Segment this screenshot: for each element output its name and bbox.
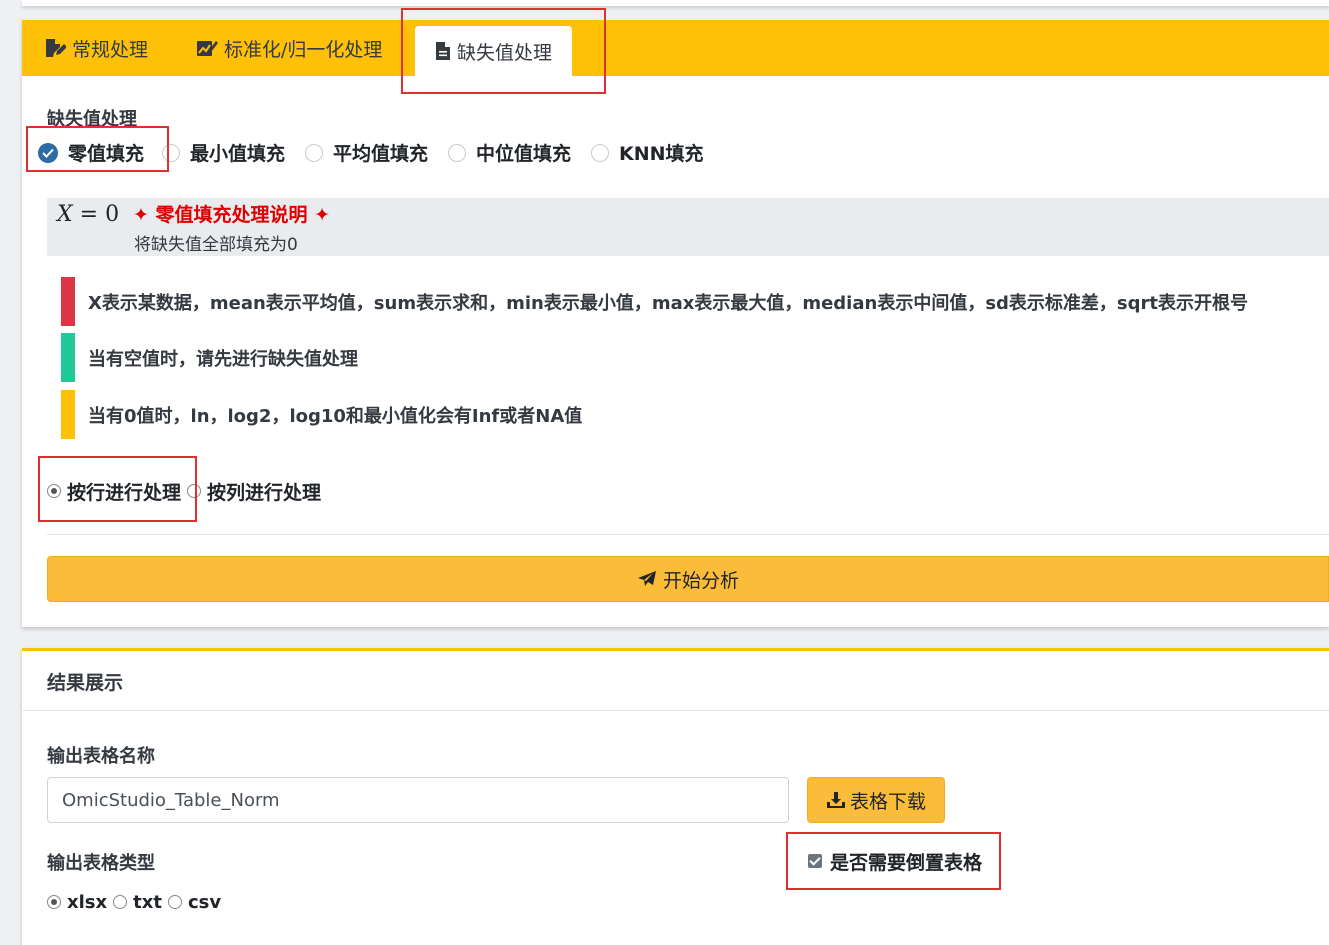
radio-icon [113,895,128,909]
note-color-bar [61,277,75,326]
output-type-label: 输出表格类型 [47,853,155,874]
document-icon [435,41,451,61]
formula-description: 将缺失值全部填充为0 [134,235,298,255]
tab-label: 常规处理 [72,38,149,61]
radio-icon [591,143,609,162]
option-label: 中位值填充 [476,143,572,165]
formula-expression: X = 0 [57,202,120,227]
tab-label: 标准化/归一化处理 [224,38,383,61]
option-min-fill[interactable]: 最小值填充 [162,139,285,166]
tab-label: 缺失值处理 [457,41,553,64]
radio-checked-icon [38,142,58,163]
radio-icon [187,484,202,498]
formula-panel: X = 0 ✦ 零值填充处理说明 ✦ 将缺失值全部填充为0 [47,198,1329,256]
transpose-label: 是否需要倒置表格 [830,851,983,874]
radio-icon [47,895,61,909]
tab-normal[interactable]: 常规处理 [44,20,148,76]
note-text: 当有空值时，请先进行缺失值处理 [88,348,358,370]
radio-icon [167,895,182,909]
fill-method-group: 零值填充 最小值填充 平均值填充 中位值填充 KNN填充 [22,136,822,172]
radio-icon [47,484,61,498]
missing-section-label: 缺失值处理 [47,109,137,130]
note-zero-values: 当有0值时，ln，log2，log10和最小值化会有Inf或者NA值 [61,390,582,439]
button-label: 表格下载 [849,790,926,813]
option-label: KNN填充 [619,143,704,165]
paper-plane-icon [637,570,657,588]
radio-icon [448,143,466,162]
result-title: 结果展示 [47,672,124,694]
radio-icon [305,143,323,162]
option-median-fill[interactable]: 中位值填充 [448,139,571,166]
option-knn-fill[interactable]: KNN填充 [591,139,704,166]
note-definitions: X表示某数据，mean表示平均值，sum表示求和，min表示最小值，max表示最… [61,277,1248,326]
checkbox-checked-icon [808,854,822,868]
divider [47,534,1329,535]
option-txt[interactable]: txt [113,892,162,913]
note-empty-values: 当有空值时，请先进行缺失值处理 [61,333,358,382]
tab-bar: 常规处理 标准化/归一化处理 缺失值处理 [22,20,1329,76]
note-text: X表示某数据，mean表示平均值，sum表示求和，min表示最小值，max表示最… [88,292,1248,314]
direction-group: 按行进行处理 按列进行处理 [47,477,321,505]
option-label: txt [133,891,162,913]
download-icon [826,791,846,809]
note-color-bar [61,390,75,439]
output-name-input[interactable] [47,777,789,823]
tab-standardize[interactable]: 标准化/归一化处理 [196,20,382,76]
option-zero-fill[interactable]: 零值填充 [38,139,144,166]
option-xlsx[interactable]: xlsx [47,892,107,913]
transpose-option[interactable]: 是否需要倒置表格 [808,847,982,875]
option-by-column[interactable]: 按列进行处理 [187,478,321,505]
option-by-row[interactable]: 按行进行处理 [47,478,181,505]
option-label: 按行进行处理 [67,481,182,504]
note-text: 当有0值时，ln，log2，log10和最小值化会有Inf或者NA值 [88,405,583,427]
chart-edit-icon [196,38,218,58]
output-name-label: 输出表格名称 [47,746,155,767]
button-label: 开始分析 [662,569,739,592]
previous-card-edge [22,0,1329,6]
option-label: 按列进行处理 [207,481,322,504]
missing-value-card: 常规处理 标准化/归一化处理 缺失值处理 缺失值处理 零值填充 最小值填充 平均… [22,8,1329,627]
download-table-button[interactable]: 表格下载 [807,777,945,823]
note-color-bar [61,333,75,382]
option-label: 零值填充 [68,143,145,165]
option-label: csv [187,891,222,913]
formula-title: ✦ 零值填充处理说明 ✦ [133,204,331,226]
output-type-group: xlsx txt csv [47,889,221,915]
result-header: 结果展示 [22,651,1329,711]
option-mean-fill[interactable]: 平均值填充 [305,139,428,166]
option-label: xlsx [67,891,108,913]
result-card: 结果展示 输出表格名称 表格下载 输出表格类型 xlsx txt csv 是否需… [22,648,1329,945]
start-analysis-button[interactable]: 开始分析 [47,556,1329,602]
tab-missing-value[interactable]: 缺失值处理 [415,26,573,76]
option-label: 平均值填充 [333,143,429,165]
file-edit-icon [44,38,66,58]
option-csv[interactable]: csv [167,891,222,913]
radio-icon [162,143,180,162]
option-label: 最小值填充 [190,143,286,165]
